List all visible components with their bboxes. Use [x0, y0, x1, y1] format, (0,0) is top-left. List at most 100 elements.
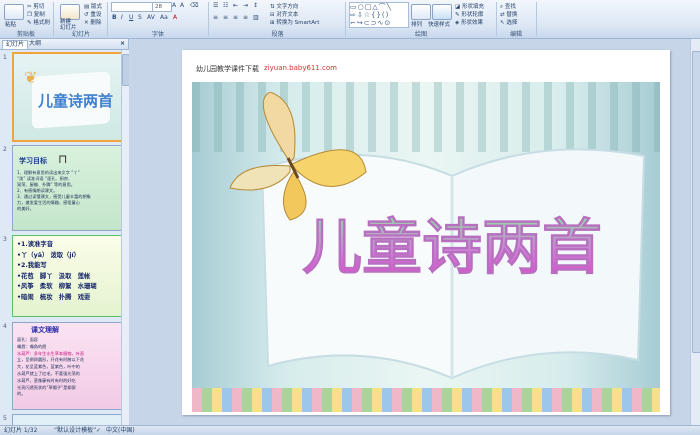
- slide-title-art: 儿童诗两首: [302, 213, 603, 284]
- line-spacing-icon[interactable]: ↕: [253, 2, 258, 9]
- arrange-button[interactable]: 排列: [411, 20, 422, 28]
- convert-smartart-button[interactable]: ⊞ 转换为 SmartArt: [270, 18, 319, 26]
- thumb-heading: 课文理解: [31, 326, 59, 334]
- thumb-line: 的美好。: [17, 206, 34, 211]
- select-arrow-icon: ↖: [500, 20, 505, 26]
- bold-icon[interactable]: B: [112, 14, 117, 21]
- align-center-icon[interactable]: ≡: [223, 14, 228, 21]
- shape-fill-button[interactable]: ◪ 形状填充: [455, 2, 484, 10]
- font-size-combo[interactable]: 28: [152, 2, 172, 12]
- justify-icon[interactable]: ≡: [243, 14, 248, 21]
- increase-indent-icon[interactable]: ⇥: [243, 2, 248, 9]
- delete-button[interactable]: ✕ 删除: [84, 18, 101, 26]
- ribbon-separator: [345, 2, 346, 36]
- align-text-button[interactable]: ⊟ 对齐文本: [270, 10, 298, 18]
- slide-number: 4: [3, 323, 7, 330]
- thumb-line: 光亮闪透亮状的“草帽子”是柳絮: [17, 384, 76, 390]
- thumb-title: 儿童诗两首: [38, 92, 114, 110]
- thumb-line: •2.我能写: [17, 262, 47, 269]
- quick-styles-icon[interactable]: [432, 4, 452, 20]
- columns-icon[interactable]: ▥: [253, 14, 259, 21]
- italic-icon[interactable]: I: [121, 14, 123, 21]
- cut-button[interactable]: ✂ 剪切: [27, 2, 44, 10]
- underline-icon[interactable]: U: [129, 14, 133, 21]
- shape-effects-button[interactable]: ◈ 形状效果: [455, 18, 483, 26]
- shape-effects-label: 形状效果: [460, 20, 483, 26]
- replace-button[interactable]: ⇄ 替换: [500, 10, 517, 18]
- slide-url: ziyuan.baby611.com: [264, 64, 338, 72]
- slide-header: 幼儿园教学课件下载: [196, 65, 259, 73]
- thumb-body: 1、理解有意思的读出来文字 “丫” “泼” 读准词语 “面孔、厨房、 晃荡、屋檐…: [17, 170, 117, 212]
- thumb-line: 水葫芦就上了红毛，不喜强光荡的: [17, 370, 80, 376]
- slide-number: 5: [3, 415, 7, 422]
- ribbon-separator: [536, 2, 537, 36]
- font-color-icon[interactable]: A: [173, 14, 177, 21]
- shrink-font-icon[interactable]: A: [180, 2, 184, 9]
- text-direction-button[interactable]: ⇅ 文字方向: [270, 2, 298, 10]
- font-name-combo[interactable]: [111, 2, 153, 12]
- shapes-gallery[interactable]: ▭○□△⌒╲ ⇨⇩☆{}() ⌐↪⊂⊃∿⊙: [349, 2, 409, 28]
- layout-button[interactable]: ▤ 版式: [84, 2, 102, 10]
- change-case-icon[interactable]: Aa: [160, 14, 168, 21]
- tab-slides[interactable]: 幻灯片: [2, 40, 29, 49]
- close-pane-icon[interactable]: ×: [117, 40, 128, 48]
- align-right-icon[interactable]: ≡: [233, 14, 238, 21]
- paragraph-caption: 段落: [271, 31, 284, 38]
- grow-font-icon[interactable]: A: [172, 2, 176, 9]
- numbering-icon[interactable]: ☷: [223, 2, 228, 9]
- slide-thumbnail-4[interactable]: 课文理解 面孔：面容 嘴唇：嘴角的唇 水葫芦：多年生水生草本植物。叶直 立，呈倒…: [12, 322, 122, 410]
- thumb-line: •花苞 脚丫 汲取 莲帐: [17, 272, 91, 280]
- editor-scrollbar[interactable]: [690, 39, 700, 425]
- slides-caption: 幻灯片: [71, 31, 90, 38]
- thumb-line: •1.读准字音: [17, 241, 53, 248]
- slide-number: 2: [3, 146, 7, 153]
- quick-styles-button[interactable]: 快速样式: [428, 20, 450, 28]
- thumb-heading: 学习目标: [19, 157, 47, 165]
- slide-thumbnail-2[interactable]: 学习目标 ⊓ 1、理解有意思的读出来文字 “丫” “泼” 读准词语 “面孔、厨房…: [12, 145, 122, 231]
- slide-title: 儿童诗两首: [302, 213, 602, 283]
- slide-thumbnail-3[interactable]: •1.读准字音 •丫（yā） 泼取（jí） •2.我能写 •花苞 脚丫 汲取 莲…: [12, 235, 122, 317]
- thumb-line: 的。: [17, 391, 26, 397]
- delete-icon: ✕: [84, 20, 89, 26]
- thumb-line: 嘴唇：嘴角的唇: [17, 343, 47, 349]
- select-button[interactable]: ↖ 选择: [500, 18, 517, 26]
- thumb-body: 面孔：面容 嘴唇：嘴角的唇 水葫芦：多年生水生草本植物。叶直 立，呈倒卵圆形，开…: [17, 337, 119, 398]
- arrange-icon[interactable]: [411, 4, 431, 20]
- clipboard-caption: 剪贴板: [16, 31, 35, 38]
- decrease-indent-icon[interactable]: ⇤: [233, 2, 238, 9]
- paste-button[interactable]: 粘贴: [5, 20, 16, 28]
- format-painter-button[interactable]: ✎ 格式刷: [27, 18, 50, 26]
- slide-number: 3: [3, 236, 7, 243]
- delete-label: 删除: [90, 20, 102, 26]
- thumb-line: 水葫芦，茎像藤有时有时的好吃: [17, 377, 76, 383]
- strikethrough-icon[interactable]: S: [138, 14, 142, 21]
- thumb-line: 面孔：面容: [17, 337, 38, 342]
- align-left-icon[interactable]: ≡: [213, 14, 218, 21]
- slide-thumbnail-1[interactable]: 儿童诗两首 ❦: [12, 52, 124, 142]
- format-painter-label: 格式刷: [33, 20, 50, 26]
- char-spacing-icon[interactable]: AV: [147, 14, 155, 21]
- thumb-line: •丫（yā） 泼取（jí）: [17, 251, 80, 259]
- copy-button[interactable]: ❐ 复制: [27, 10, 45, 18]
- font-caption: 字体: [151, 31, 164, 38]
- bullets-icon[interactable]: ☰: [213, 2, 218, 9]
- pane-scrollbar[interactable]: [121, 50, 130, 425]
- current-slide[interactable]: 幼儿园教学课件下载 ziyuan.baby611.com 儿童诗两首: [182, 50, 670, 415]
- select-label: 选择: [506, 20, 518, 26]
- new-slide-icon[interactable]: [60, 4, 80, 20]
- shape-outline-button[interactable]: ✎ 形状轮廓: [455, 10, 483, 18]
- clear-format-icon[interactable]: ⌫: [190, 2, 198, 9]
- tab-outline[interactable]: 大纲: [26, 40, 44, 48]
- pane-tabs: 幻灯片 大纲 ×: [0, 39, 128, 50]
- ribbon: 粘贴 ✂ 剪切 ❐ 复制 ✎ 格式刷 剪贴板 新建 幻灯片 ▤ 版式 ↺ 重设 …: [0, 0, 700, 39]
- ribbon-separator: [53, 2, 54, 36]
- ribbon-separator: [208, 2, 209, 36]
- editing-caption: 编辑: [509, 31, 522, 38]
- blackboard-icon: ⊓: [58, 152, 68, 166]
- reset-button[interactable]: ↺ 重设: [84, 10, 101, 18]
- paste-icon[interactable]: [4, 4, 24, 20]
- smartart-icon: ⊞: [270, 20, 275, 26]
- editor-scroll-thumb[interactable]: [692, 51, 700, 353]
- thumb-body: •1.读准字音 •丫（yā） 泼取（jí） •2.我能写 •花苞 脚丫 汲取 莲…: [17, 240, 119, 303]
- drawing-caption: 绘图: [414, 31, 427, 38]
